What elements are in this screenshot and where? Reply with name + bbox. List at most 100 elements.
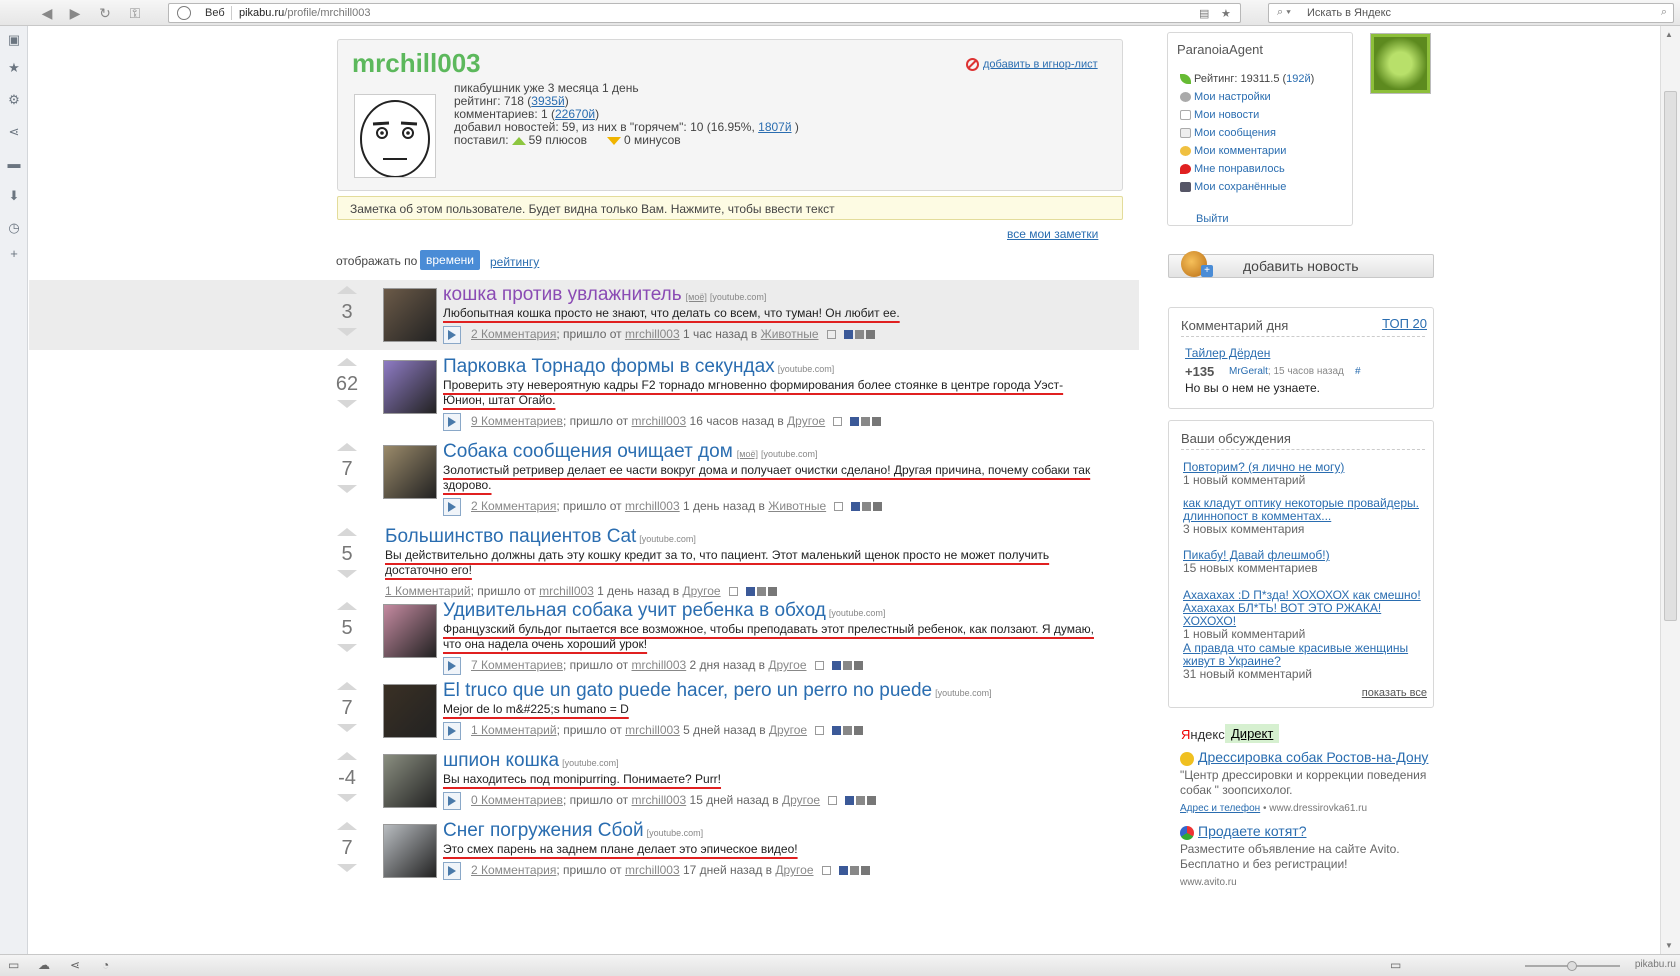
vote-down-icon[interactable]	[337, 400, 357, 408]
story-title-link[interactable]: шпион кошка	[443, 750, 559, 771]
menu-my-settings[interactable]: Мои настройки	[1180, 91, 1314, 109]
vote-up-icon[interactable]	[337, 602, 357, 610]
comments-link[interactable]: 0 Комментариев	[471, 793, 563, 807]
bookmark-star-icon[interactable]: ★	[1221, 7, 1231, 20]
user-rating-rank[interactable]: 192й	[1286, 73, 1311, 85]
ad-title-link[interactable]: Дрессировка собак Ростов-на-Дону	[1198, 750, 1440, 765]
vote-down-icon[interactable]	[337, 864, 357, 872]
vote-up-icon[interactable]	[337, 443, 357, 451]
vote-down-icon[interactable]	[337, 794, 357, 802]
comments-rank-link[interactable]: 22670й	[555, 107, 595, 121]
vote-up-icon[interactable]	[337, 822, 357, 830]
video-thumbnail[interactable]	[383, 288, 437, 342]
url-text[interactable]: pikabu.ru/profile/mrchill003	[239, 7, 370, 19]
comment-by[interactable]: MrGeralt	[1229, 366, 1268, 377]
save-icon[interactable]	[828, 796, 838, 806]
menu-saved[interactable]: Мои сохранённые	[1180, 181, 1314, 199]
play-video-icon[interactable]	[443, 412, 461, 431]
author-link[interactable]: mrchill003	[625, 499, 680, 513]
reload-icon[interactable]: ↻	[96, 4, 114, 22]
add-news-button[interactable]: + добавить новость	[1168, 251, 1434, 278]
story-tag[interactable]: [моё]	[737, 449, 758, 459]
video-thumbnail[interactable]	[383, 445, 437, 499]
save-icon[interactable]	[815, 726, 825, 736]
ad-url[interactable]: • www.dressirovka61.ru	[1260, 803, 1367, 814]
facebook-icon[interactable]	[850, 417, 860, 427]
comments-link[interactable]: 2 Комментария	[471, 863, 556, 877]
twitter-icon[interactable]	[849, 866, 859, 876]
story-title-link[interactable]: El truco que un gato puede hacer, pero u…	[443, 680, 932, 701]
play-video-icon[interactable]	[443, 325, 461, 344]
vote-down-icon[interactable]	[337, 644, 357, 652]
category-link[interactable]: Другое	[768, 658, 806, 672]
vk-icon[interactable]	[860, 866, 870, 876]
express-panel-icon[interactable]: ▣	[6, 32, 22, 48]
story-title-link[interactable]: Собака сообщения очищает дом	[443, 441, 733, 462]
facebook-icon[interactable]	[745, 587, 755, 597]
rating-rank-link[interactable]: 3935й	[531, 94, 564, 108]
rss-icon[interactable]: ▤	[1199, 7, 1209, 20]
vk-icon[interactable]	[854, 726, 864, 736]
menu-my-messages[interactable]: Мои сообщения	[1180, 127, 1314, 145]
facebook-icon[interactable]	[845, 796, 855, 806]
save-icon[interactable]	[826, 330, 836, 340]
discussion-link[interactable]: Ахахахах :D П*зда! ХОХОХОХ как смешно! А…	[1183, 589, 1427, 628]
notes-icon[interactable]: ▬	[6, 156, 22, 172]
facebook-icon[interactable]	[831, 661, 841, 671]
category-link[interactable]: Другое	[769, 723, 807, 737]
share-icon[interactable]: ⋖	[6, 124, 22, 140]
bookmarks-star-icon[interactable]: ★	[6, 60, 22, 76]
zoom-slider[interactable]	[1525, 961, 1620, 971]
discussion-link[interactable]: как кладут оптику некоторые провайдеры. …	[1183, 497, 1427, 523]
play-video-icon[interactable]	[443, 721, 461, 740]
menu-my-news[interactable]: Мои новости	[1180, 109, 1314, 127]
story-tag[interactable]: [моё]	[686, 292, 707, 302]
author-link[interactable]: mrchill003	[632, 414, 687, 428]
view-icon[interactable]: ▭	[1390, 958, 1401, 972]
twitter-icon[interactable]	[843, 726, 853, 736]
story-title-link[interactable]: кошка против увлажнитель	[443, 284, 682, 305]
category-link[interactable]: Другое	[782, 793, 820, 807]
vk-icon[interactable]	[853, 661, 863, 671]
play-video-icon[interactable]	[443, 791, 461, 810]
forward-icon[interactable]: ▶	[66, 4, 84, 22]
video-thumbnail[interactable]	[383, 684, 437, 738]
play-video-icon[interactable]	[443, 497, 461, 516]
menu-my-comments[interactable]: Мои комментарии	[1180, 145, 1314, 163]
video-thumbnail[interactable]	[383, 360, 437, 414]
author-link[interactable]: mrchill003	[625, 723, 680, 737]
twitter-icon[interactable]	[862, 502, 872, 512]
twitter-icon[interactable]	[842, 661, 852, 671]
zoom-knob[interactable]	[1567, 961, 1577, 971]
author-link[interactable]: mrchill003	[625, 863, 680, 877]
vote-up-icon[interactable]	[337, 286, 357, 294]
play-video-icon[interactable]	[443, 861, 461, 880]
yandex-direct-link[interactable]: Директ	[1225, 724, 1280, 743]
story-title-link[interactable]: Удивительная собака учит ребенка в обход	[443, 600, 826, 621]
comment-post-link[interactable]: Тайлер Дёрден	[1185, 346, 1270, 360]
category-link[interactable]: Другое	[787, 414, 825, 428]
vote-up-icon[interactable]	[337, 752, 357, 760]
menu-liked[interactable]: Мне понравилось	[1180, 163, 1314, 181]
user-note-field[interactable]: Заметка об этом пользователе. Будет видн…	[337, 196, 1123, 220]
save-icon[interactable]	[833, 417, 843, 427]
cloud-icon[interactable]: ☁	[38, 958, 50, 972]
add-to-ignore-link[interactable]: добавить в игнор-лист	[966, 58, 1098, 71]
save-icon[interactable]	[814, 661, 824, 671]
story-title-link[interactable]: Большинство пациентов Cat	[385, 526, 636, 547]
twitter-icon[interactable]	[856, 796, 866, 806]
scrollbar-thumb[interactable]	[1664, 91, 1677, 621]
vote-down-icon[interactable]	[337, 485, 357, 493]
vertical-scrollbar[interactable]: ▲ ▼	[1660, 26, 1680, 954]
video-thumbnail[interactable]	[383, 754, 437, 808]
facebook-icon[interactable]	[832, 726, 842, 736]
category-link[interactable]: Животные	[761, 327, 819, 341]
story-title-link[interactable]: Снег погружения Сбой	[443, 820, 644, 841]
speed-icon[interactable]: ◔	[102, 958, 109, 972]
vote-down-icon[interactable]	[337, 724, 357, 732]
vote-down-icon[interactable]	[337, 328, 357, 336]
facebook-icon[interactable]	[838, 866, 848, 876]
story-title-link[interactable]: Парковка Торнадо формы в секундах	[443, 356, 775, 377]
search-go-icon[interactable]: ⌕	[1661, 6, 1667, 19]
save-icon[interactable]	[728, 587, 738, 597]
